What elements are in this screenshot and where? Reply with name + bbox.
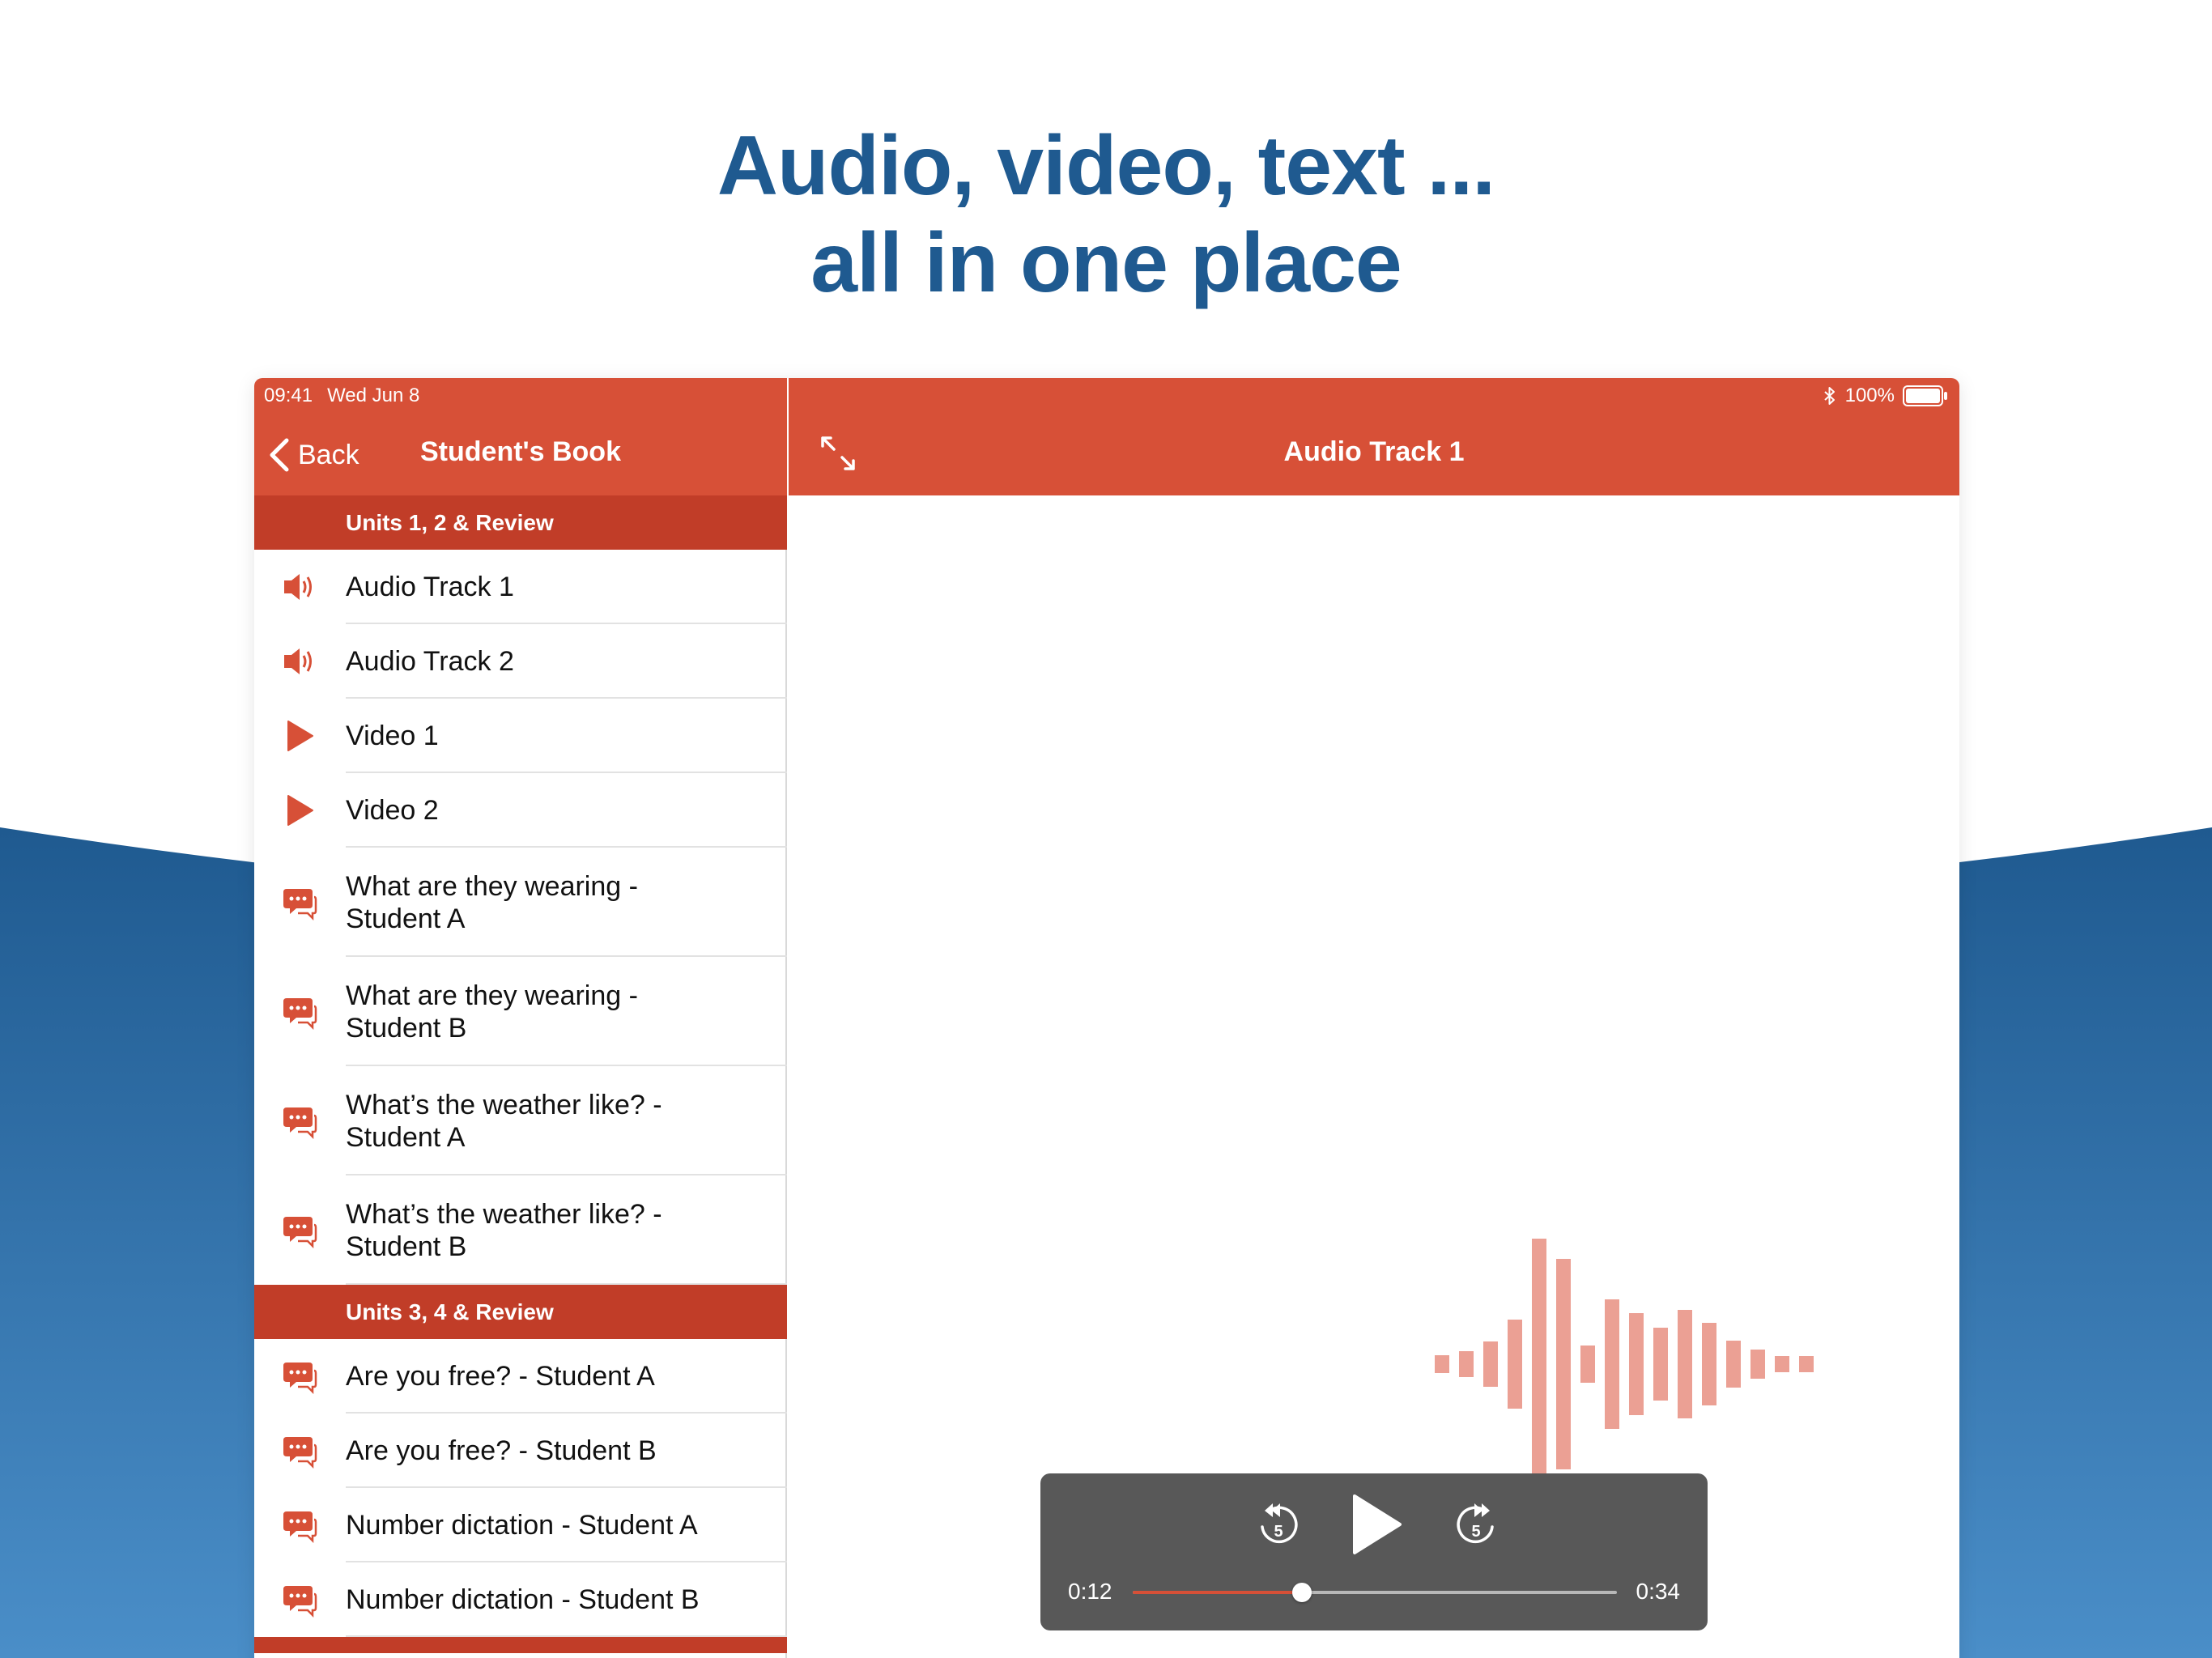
list-item-label: What’s the weather like? - Student B xyxy=(346,1198,662,1262)
next-section-header xyxy=(254,1637,787,1653)
waveform-bar xyxy=(1508,1320,1522,1409)
section-header: Units 3, 4 & Review xyxy=(254,1285,787,1339)
chevron-left-icon xyxy=(270,438,289,472)
waveform-bar xyxy=(1580,1346,1595,1383)
speaker-icon xyxy=(282,644,317,679)
list-item-label: What’s the weather like? - Student A xyxy=(346,1089,662,1153)
play-icon xyxy=(282,718,317,754)
status-bar-right: 100% xyxy=(1823,385,1948,407)
speaker-icon xyxy=(282,569,317,605)
waveform-bar xyxy=(1629,1313,1644,1415)
back-label: Back xyxy=(298,439,359,470)
list-item-label: Are you free? - Student A xyxy=(346,1361,655,1392)
waveform-bar xyxy=(1532,1239,1546,1490)
chat-icon xyxy=(282,885,317,920)
list-item[interactable]: What’s the weather like? - Student A xyxy=(254,1066,787,1175)
waveform-bar xyxy=(1459,1351,1474,1377)
chat-icon xyxy=(282,1213,317,1248)
bluetooth-icon xyxy=(1823,387,1835,405)
audio-player-controls: 5 5 0:12 0:34 xyxy=(1040,1473,1708,1630)
chat-icon xyxy=(282,1507,317,1543)
chat-icon xyxy=(282,1582,317,1618)
scrubber-progress xyxy=(1133,1591,1303,1594)
list-item-label: What are they wearing - Student A xyxy=(346,870,638,934)
list-item[interactable]: What are they wearing - Student B xyxy=(254,957,787,1066)
chat-icon xyxy=(282,1103,317,1139)
audio-waveform-graphic xyxy=(1435,1239,1814,1490)
scrubber-knob[interactable] xyxy=(1292,1583,1312,1602)
detail-navigation-bar: 100% Audio Track 1 xyxy=(789,378,1959,495)
master-title: Student's Book xyxy=(420,436,621,467)
waveform-bar xyxy=(1605,1299,1619,1429)
list-item[interactable]: Number dictation - Student A xyxy=(254,1488,787,1562)
list-item[interactable]: Video 2 xyxy=(254,773,787,848)
headline-line-2: all in one place xyxy=(810,216,1402,310)
duration: 0:34 xyxy=(1636,1579,1681,1604)
marketing-headline: Audio, video, text ... all in one place xyxy=(0,117,2212,312)
waveform-bar xyxy=(1702,1323,1716,1405)
waveform-bar xyxy=(1678,1310,1692,1418)
battery-percent: 100% xyxy=(1844,385,1895,406)
list-item-label: Video 1 xyxy=(346,721,439,751)
list-item-label: Number dictation - Student B xyxy=(346,1584,700,1615)
waveform-bar xyxy=(1556,1259,1571,1469)
current-time: 0:12 xyxy=(1068,1579,1112,1604)
ipad-screen: 09:41 Wed Jun 8 Back Student's Book Units… xyxy=(254,378,1959,1658)
waveform-bar xyxy=(1483,1341,1498,1387)
content-list: Units 1, 2 & Review Audio Track 1 Audio … xyxy=(254,495,787,1653)
play-icon[interactable] xyxy=(1348,1491,1405,1558)
detail-pane: 100% Audio Track 1 xyxy=(789,378,1959,1658)
battery-icon xyxy=(1903,385,1947,406)
chat-icon xyxy=(282,1433,317,1469)
list-item-label: What are they wearing - Student B xyxy=(346,980,638,1044)
detail-title: Audio Track 1 xyxy=(1283,436,1465,467)
list-item-label: Audio Track 2 xyxy=(346,646,514,677)
back-button[interactable]: Back xyxy=(266,435,359,475)
list-item[interactable]: What’s the weather like? - Student B xyxy=(254,1175,787,1285)
list-item[interactable]: What are they wearing - Student A xyxy=(254,848,787,957)
waveform-bar xyxy=(1726,1341,1741,1388)
status-bar-left: 09:41 Wed Jun 8 xyxy=(264,385,434,407)
waveform-bar xyxy=(1435,1355,1449,1373)
skip-forward-seconds: 5 xyxy=(1471,1523,1480,1541)
master-pane: 09:41 Wed Jun 8 Back Student's Book Units… xyxy=(254,378,787,1658)
play-icon xyxy=(282,793,317,828)
status-time: 09:41 xyxy=(264,385,313,406)
skip-back-seconds: 5 xyxy=(1274,1523,1283,1541)
waveform-bar xyxy=(1750,1350,1765,1379)
chat-icon xyxy=(282,1358,317,1394)
waveform-bar xyxy=(1653,1328,1668,1401)
list-item[interactable]: Number dictation - Student B xyxy=(254,1562,787,1637)
chat-icon xyxy=(282,994,317,1030)
playback-scrubber[interactable] xyxy=(1133,1583,1617,1602)
list-item-label: Number dictation - Student A xyxy=(346,1510,698,1541)
list-item-label: Video 2 xyxy=(346,795,439,826)
list-item-label: Are you free? - Student B xyxy=(346,1435,657,1466)
list-item[interactable]: Are you free? - Student A xyxy=(254,1339,787,1414)
list-item[interactable]: Audio Track 1 xyxy=(254,550,787,624)
list-item[interactable]: Video 1 xyxy=(254,699,787,773)
list-item-label: Audio Track 1 xyxy=(346,572,514,602)
master-navigation-bar: 09:41 Wed Jun 8 Back Student's Book xyxy=(254,378,787,495)
section-header: Units 1, 2 & Review xyxy=(254,495,787,550)
waveform-bar xyxy=(1775,1356,1789,1372)
skip-forward-5-icon[interactable]: 5 xyxy=(1453,1499,1499,1550)
skip-back-5-icon[interactable]: 5 xyxy=(1255,1499,1302,1550)
list-item[interactable]: Audio Track 2 xyxy=(254,624,787,699)
status-date: Wed Jun 8 xyxy=(327,385,420,406)
list-item[interactable]: Are you free? - Student B xyxy=(254,1414,787,1488)
waveform-bar xyxy=(1799,1356,1814,1372)
headline-line-1: Audio, video, text ... xyxy=(717,119,1495,213)
